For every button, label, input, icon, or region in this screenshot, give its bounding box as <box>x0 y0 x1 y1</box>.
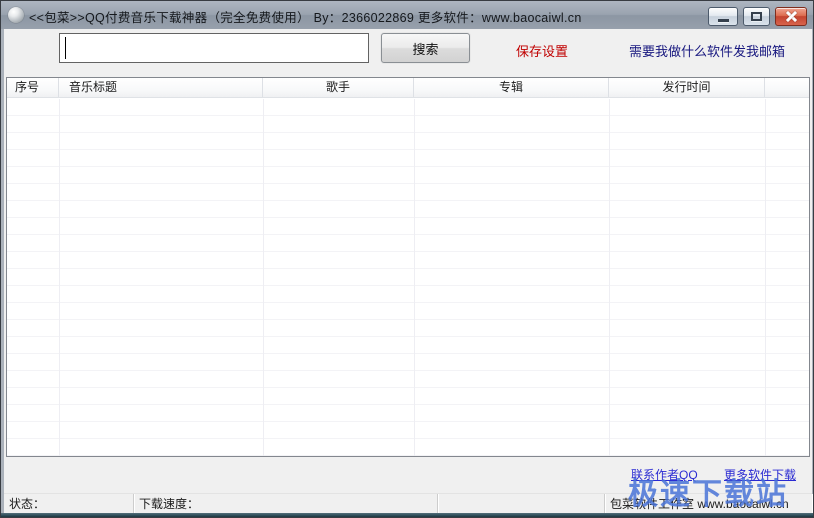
listview-gridline <box>263 99 264 456</box>
status-bar: 状态： 下载速度： 包菜软件工作室 www.baocaiwl.cn <box>4 493 812 515</box>
maximize-icon <box>751 12 762 21</box>
close-button[interactable] <box>775 7 807 26</box>
listview-gridline <box>609 99 610 456</box>
more-software-download-link[interactable]: 更多软件下载 <box>724 466 796 483</box>
minimize-icon <box>717 18 729 22</box>
save-settings-link[interactable]: 保存设置 <box>516 41 568 60</box>
status-studio-panel: 包菜软件工作室 www.baocaiwl.cn <box>605 494 812 515</box>
window-bottom-border <box>1 513 813 517</box>
column-header-index[interactable]: 序号 <box>7 78 59 97</box>
client-area: 搜索 保存设置 需要我做什么软件发我邮箱 序号 音乐标题 歌手 专辑 发行时间 … <box>4 29 812 515</box>
listview-gridline <box>414 99 415 456</box>
status-empty-panel <box>438 494 605 515</box>
text-caret <box>65 37 66 59</box>
window-title: <<包菜>>QQ付费音乐下载神器（完全免费使用） By：2366022869 更… <box>29 11 582 25</box>
search-button[interactable]: 搜索 <box>381 33 470 63</box>
app-icon <box>8 7 24 23</box>
listview-gridline <box>59 99 60 456</box>
status-download-speed-panel: 下载速度： <box>134 494 438 515</box>
column-header-blank <box>765 78 809 97</box>
column-header-album[interactable]: 专辑 <box>414 78 609 97</box>
close-icon <box>785 11 798 22</box>
listview-header: 序号 音乐标题 歌手 专辑 发行时间 <box>7 78 809 98</box>
contact-author-qq-link[interactable]: 联系作者QQ <box>631 466 698 483</box>
titlebar[interactable]: <<包菜>>QQ付费音乐下载神器（完全免费使用） By：2366022869 更… <box>1 1 813 29</box>
minimize-button[interactable] <box>708 7 738 26</box>
status-state-panel: 状态： <box>4 494 134 515</box>
music-listview[interactable]: 序号 音乐标题 歌手 专辑 发行时间 <box>6 77 810 457</box>
column-header-singer[interactable]: 歌手 <box>263 78 414 97</box>
search-input[interactable] <box>59 33 369 63</box>
listview-gridline <box>765 99 766 456</box>
column-header-release-date[interactable]: 发行时间 <box>609 78 765 97</box>
email-request-link[interactable]: 需要我做什么软件发我邮箱 <box>629 41 785 60</box>
window-controls <box>708 7 807 26</box>
app-window: <<包菜>>QQ付费音乐下载神器（完全免费使用） By：2366022869 更… <box>0 0 814 518</box>
listview-body[interactable] <box>7 99 809 456</box>
maximize-button[interactable] <box>743 7 770 26</box>
column-header-title[interactable]: 音乐标题 <box>59 78 263 97</box>
